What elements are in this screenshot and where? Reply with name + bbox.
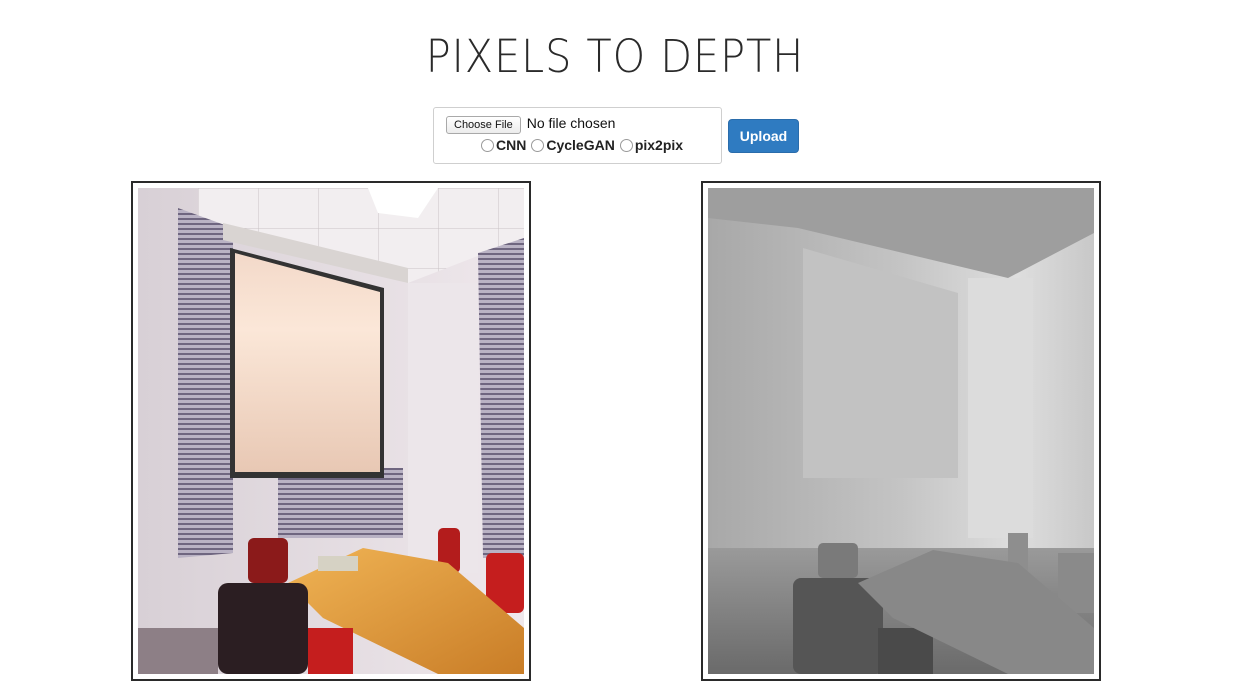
depth-output-image xyxy=(701,181,1101,681)
radio-pix2pix[interactable] xyxy=(619,138,633,152)
file-status-text: No file chosen xyxy=(526,115,616,131)
radio-label-cnn: CNN xyxy=(496,137,527,153)
input-room-photo xyxy=(138,188,524,674)
file-input[interactable]: Choose File No file chosen xyxy=(446,115,616,134)
radio-cnn[interactable] xyxy=(481,138,494,152)
radio-label-cyclegan: CycleGAN xyxy=(546,137,615,153)
depth-map xyxy=(708,188,1094,674)
page-title: PIXELS TO DEPTH xyxy=(425,30,805,83)
upload-button[interactable]: Upload xyxy=(728,119,799,153)
radio-cyclegan[interactable] xyxy=(531,138,545,152)
choose-file-button[interactable]: Choose File xyxy=(446,116,521,134)
radio-label-pix2pix: pix2pix xyxy=(634,137,684,153)
model-radio-group: CNN CycleGAN pix2pix xyxy=(478,137,685,153)
input-image xyxy=(131,181,531,681)
upload-form: Choose File No file chosen CNN CycleGAN … xyxy=(433,107,722,164)
